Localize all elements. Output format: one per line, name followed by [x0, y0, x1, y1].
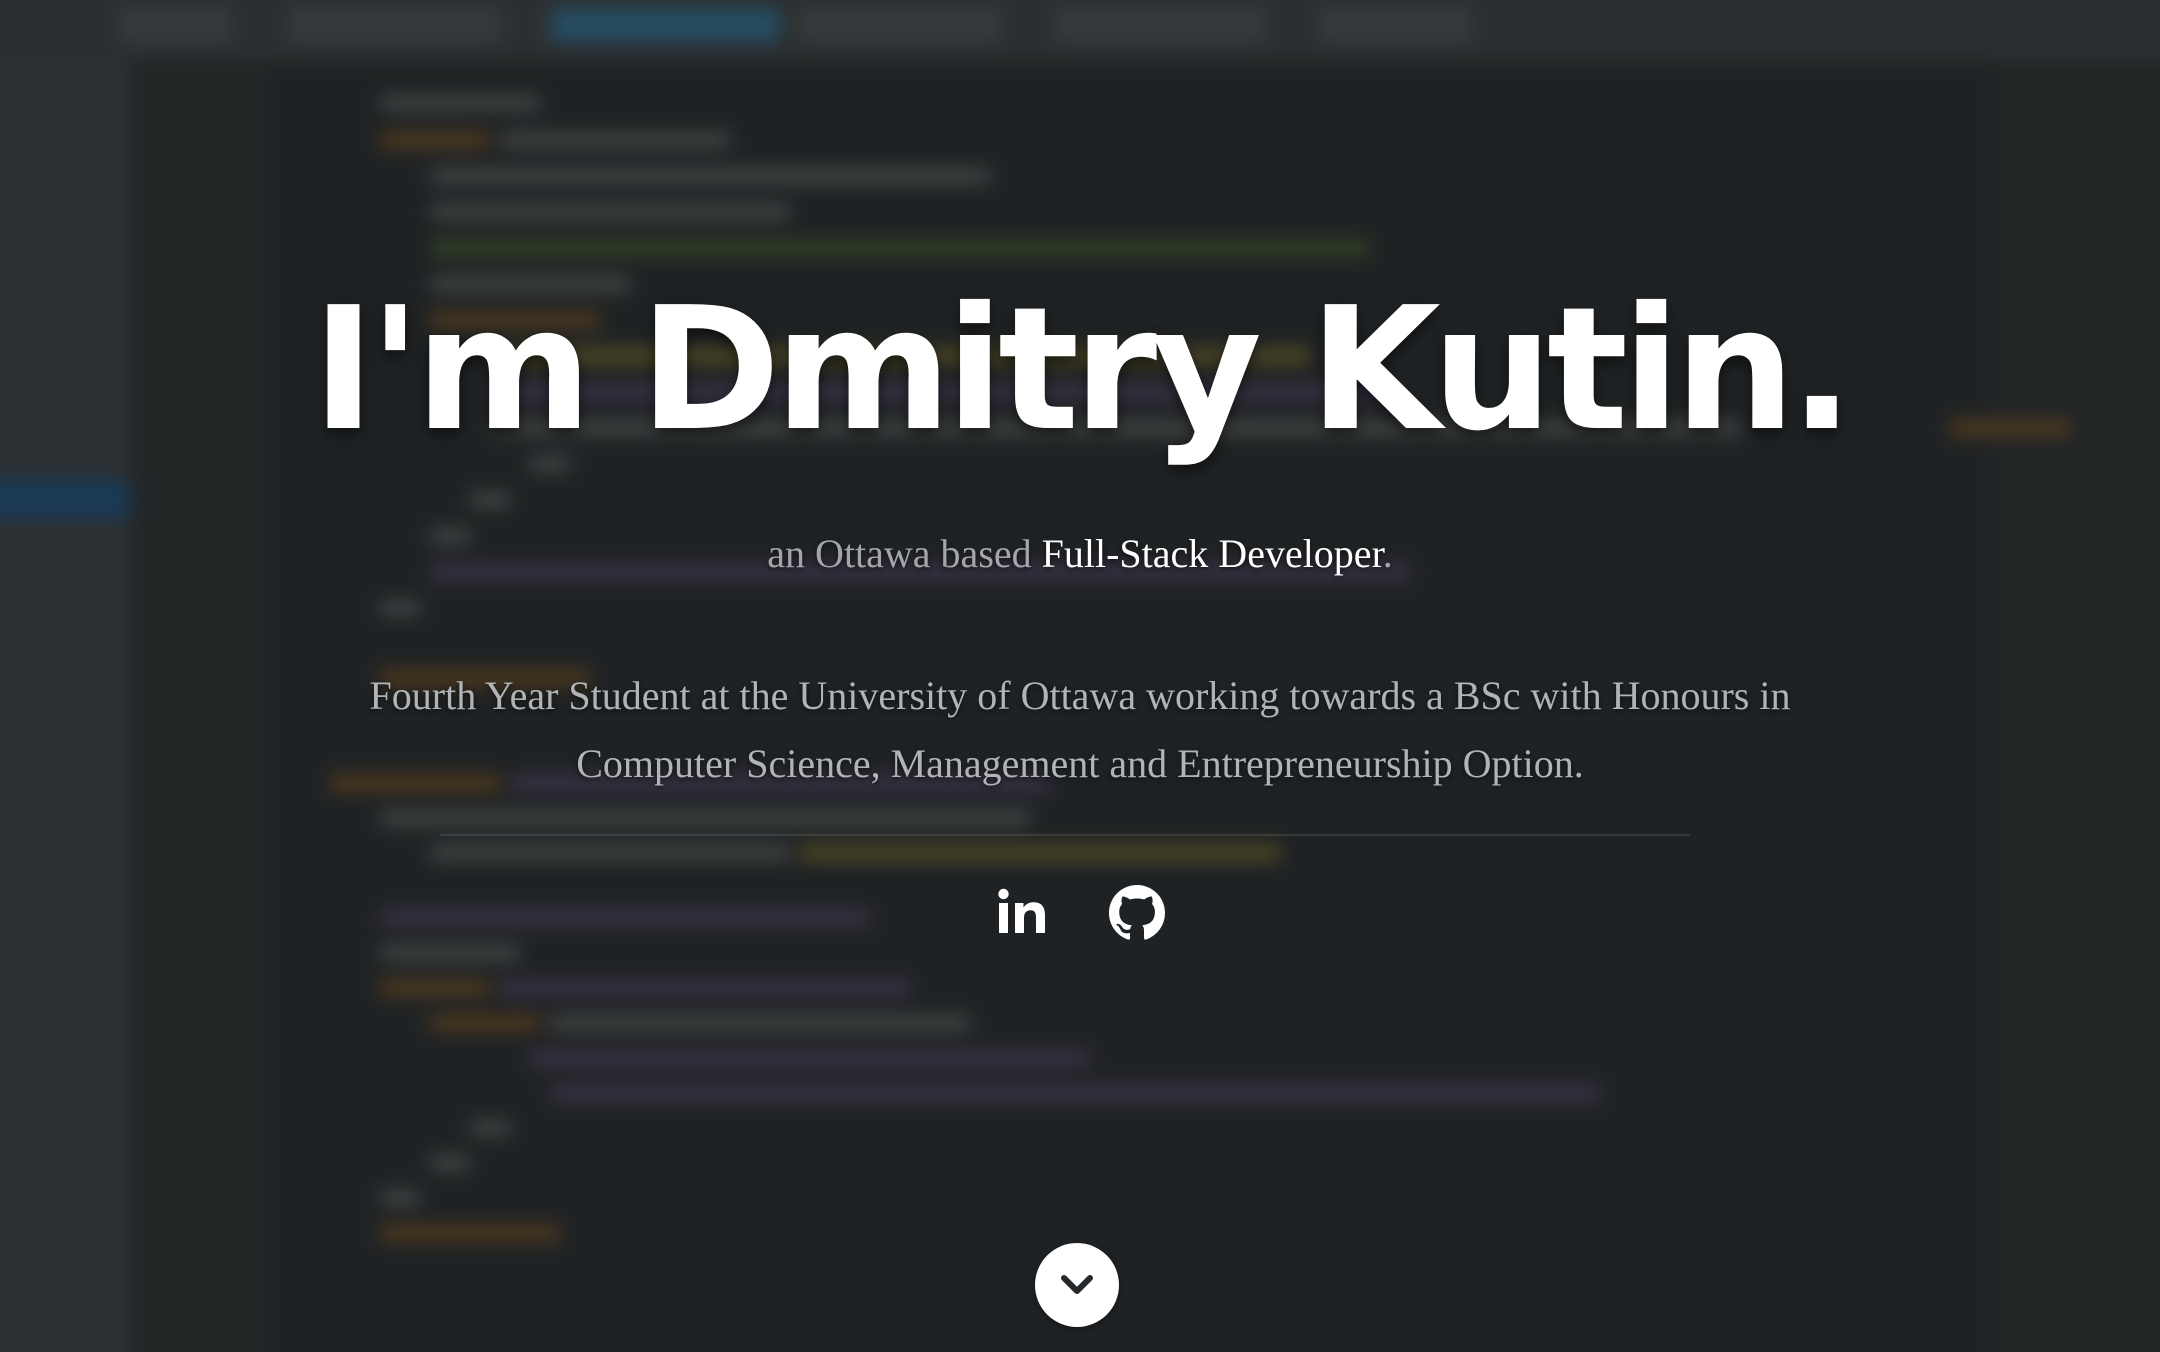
hero-subtitle: an Ottawa based Full-Stack Developer.	[0, 530, 2160, 577]
hero-description: Fourth Year Student at the University of…	[369, 673, 1791, 786]
divider	[440, 834, 1690, 836]
linkedin-icon	[995, 885, 1051, 941]
github-link[interactable]	[1109, 885, 1165, 941]
hero-section: I'm Dmitry Kutin. an Ottawa based Full-S…	[0, 0, 2160, 1352]
page-title: I'm Dmitry Kutin.	[311, 271, 1854, 469]
linkedin-link[interactable]	[995, 885, 1051, 941]
social-links	[0, 885, 2160, 941]
subtitle-suffix: .	[1382, 531, 1393, 576]
chevron-down-icon	[1057, 1265, 1097, 1305]
subtitle-role: Full-Stack Developer	[1041, 531, 1383, 576]
hero-content: I'm Dmitry Kutin. an Ottawa based Full-S…	[0, 0, 2160, 1352]
scroll-down-button[interactable]	[1035, 1243, 1119, 1327]
github-icon	[1109, 885, 1165, 941]
subtitle-prefix: an Ottawa based	[767, 531, 1042, 576]
